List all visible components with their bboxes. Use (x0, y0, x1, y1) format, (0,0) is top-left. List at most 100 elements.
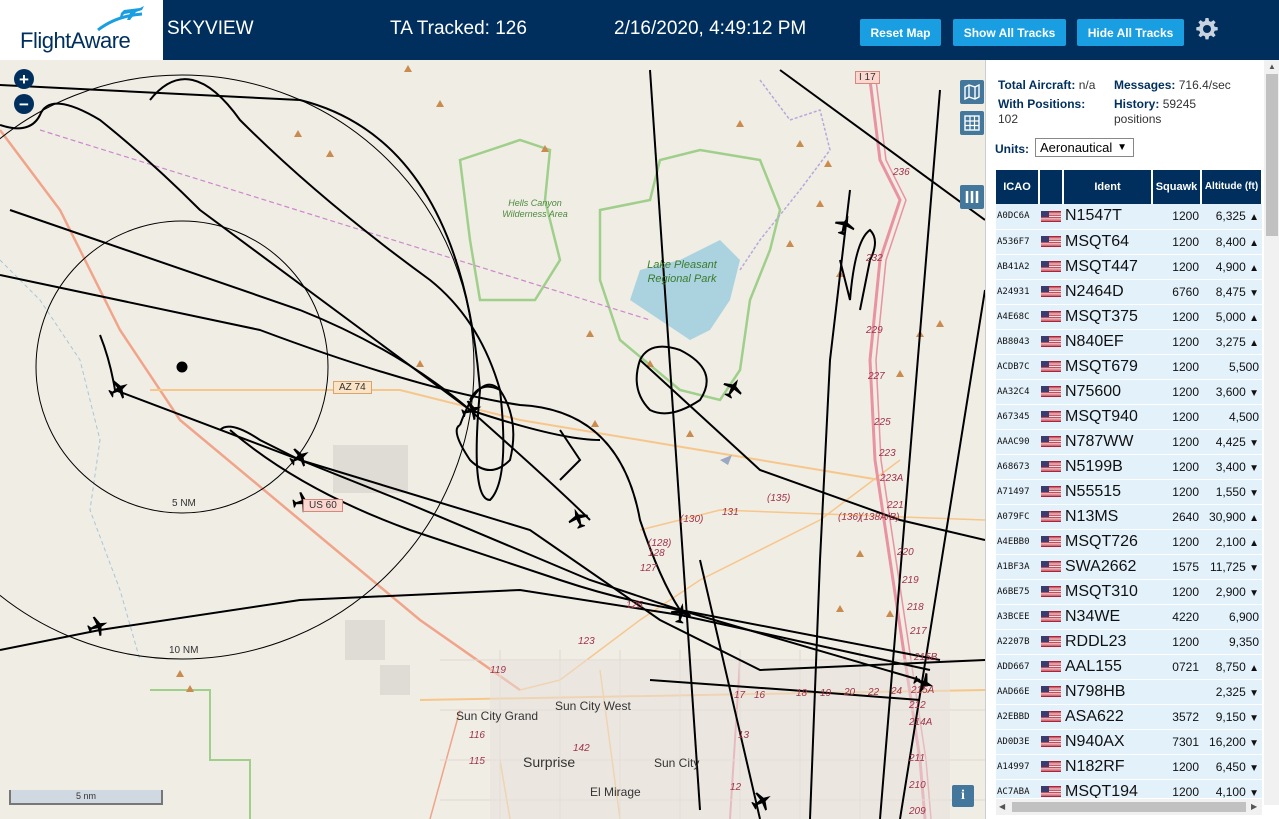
cell-icao: A68673 (996, 454, 1039, 480)
table-row[interactable]: A24931 N2464D 6760 8,475 ▼ (996, 279, 1262, 305)
table-row[interactable]: A67345 MSQT940 1200 4,500 (996, 404, 1262, 430)
vertical-scroll-thumb[interactable] (1266, 74, 1278, 236)
cell-altitude: 4,100 ▼ (1201, 779, 1262, 798)
table-row[interactable]: A2207B RDDL23 1200 9,350 (996, 629, 1262, 655)
scroll-left-icon[interactable]: ◀ (999, 802, 1005, 811)
cell-ident: MSQT310 (1063, 579, 1152, 605)
messages-value: 716.4/sec (1178, 78, 1231, 92)
hide-all-tracks-button[interactable]: Hide All Tracks (1077, 19, 1184, 46)
flightaware-logo[interactable]: FlightAware (0, 0, 163, 60)
show-all-tracks-button[interactable]: Show All Tracks (953, 19, 1066, 46)
table-row[interactable]: AB41A2 MSQT447 1200 4,900 ▲ (996, 254, 1262, 280)
cell-icao: A2EBBD (996, 704, 1039, 730)
table-row[interactable]: A6BE75 MSQT310 1200 2,900 ▼ (996, 579, 1262, 605)
cell-altitude: 9,150 ▼ (1201, 704, 1262, 730)
road-number: 19 (820, 688, 832, 699)
map-view[interactable]: 5 NM 10 NM AZ 74 US 60 I 17 Hells Canyon… (0, 60, 985, 819)
road-number: 214A (909, 717, 933, 728)
column-header-squawk[interactable]: Squawk (1152, 170, 1202, 204)
table-row[interactable]: A4E68C MSQT375 1200 5,000 ▲ (996, 304, 1262, 330)
cell-altitude: 2,325 ▼ (1201, 679, 1262, 705)
cell-ident: MSQT64 (1063, 229, 1152, 255)
cell-squawk: 1200 (1152, 404, 1201, 430)
table-row[interactable]: A4EBB0 MSQT726 1200 2,100 ▲ (996, 529, 1262, 555)
zoom-out-button[interactable]: − (14, 94, 34, 114)
us-flag-icon (1041, 260, 1061, 272)
table-row[interactable]: AD0D3E N940AX 7301 16,200 ▼ (996, 729, 1262, 755)
grid-toggle-button[interactable] (960, 111, 984, 135)
place-label-sun-city: Sun City (654, 756, 700, 770)
altitude-value: 6,900 (1228, 609, 1259, 624)
cell-altitude: 2,100 ▲ (1201, 529, 1262, 555)
cell-flag (1039, 754, 1063, 780)
info-button[interactable]: i (952, 785, 974, 807)
road-number: 119 (490, 665, 506, 676)
column-header-altitude[interactable]: Altitude (ft) (1201, 170, 1262, 204)
vertical-scrollbar[interactable]: ▲ (1264, 60, 1279, 805)
cell-flag (1039, 379, 1063, 405)
table-row[interactable]: A2EBBD ASA622 3572 9,150 ▼ (996, 704, 1262, 730)
table-row[interactable]: A536F7 MSQT64 1200 8,400 ▲ (996, 229, 1262, 255)
table-row[interactable]: A1BF3A SWA2662 1575 11,725 ▼ (996, 554, 1262, 580)
cell-ident: MSQT679 (1063, 354, 1152, 380)
column-header-flag[interactable] (1039, 170, 1064, 204)
altitude-trend-icon: ▲ (1249, 312, 1259, 324)
altitude-value: 3,600 (1215, 384, 1246, 399)
cell-flag (1039, 779, 1063, 798)
table-row[interactable]: A079FC N13MS 2640 30,900 ▲ (996, 504, 1262, 530)
cell-icao: A3BCEE (996, 604, 1039, 630)
units-selected-value: Aeronautical (1040, 140, 1113, 155)
table-row[interactable]: A68673 N5199B 1200 3,400 ▼ (996, 454, 1262, 480)
table-row[interactable]: ADD667 AAL155 0721 8,750 ▲ (996, 654, 1262, 680)
column-header-icao[interactable]: ICAO (996, 170, 1040, 204)
us-flag-icon (1041, 585, 1061, 597)
cell-flag (1039, 679, 1063, 705)
gear-icon[interactable] (1195, 17, 1219, 41)
cell-ident: ASA622 (1063, 704, 1152, 730)
map-canvas[interactable] (0, 60, 985, 819)
table-row[interactable]: AC7ABA MSQT194 1200 4,100 ▼ (996, 779, 1262, 798)
table-row[interactable]: AA32C4 N75600 1200 3,600 ▼ (996, 379, 1262, 405)
scroll-up-icon[interactable]: ▲ (1268, 62, 1276, 71)
reset-map-button[interactable]: Reset Map (860, 19, 941, 46)
altitude-value: 2,325 (1215, 684, 1246, 699)
cell-ident: MSQT940 (1063, 404, 1152, 430)
altitude-value: 6,450 (1215, 759, 1246, 774)
zoom-in-button[interactable]: + (14, 69, 34, 89)
us-flag-icon (1041, 685, 1061, 697)
table-row[interactable]: AAD66E N798HB 2,325 ▼ (996, 679, 1262, 705)
table-row[interactable]: A0DC6A N1547T 1200 6,325 ▲ (996, 204, 1262, 230)
map-layers-button[interactable] (960, 80, 984, 104)
horizontal-scroll-thumb[interactable] (1012, 802, 1246, 812)
messages-stat: Messages: 716.4/sec (1114, 78, 1231, 92)
road-number: 123 (578, 636, 595, 647)
aircraft-table-container[interactable]: ICAO Ident Squawk Altitude (ft) A0DC6A N1… (996, 170, 1262, 798)
cell-ident: N13MS (1063, 504, 1152, 530)
cell-flag (1039, 479, 1063, 505)
table-row[interactable]: AAAC90 N787WW 1200 4,425 ▼ (996, 429, 1262, 455)
cell-icao: AAD66E (996, 679, 1039, 705)
units-select[interactable]: Aeronautical ▼ (1035, 138, 1134, 157)
total-aircraft-value: n/a (1078, 78, 1096, 92)
units-label: Units: (995, 142, 1029, 156)
table-header-row: ICAO Ident Squawk Altitude (ft) (996, 170, 1262, 204)
horizontal-scrollbar[interactable]: ◀ ▶ (996, 799, 1262, 815)
place-label-sun-city-west: Sun City West (555, 699, 631, 713)
table-row[interactable]: A3BCEE N34WE 4220 6,900 (996, 604, 1262, 630)
cell-ident: MSQT375 (1063, 304, 1152, 330)
column-header-ident[interactable]: Ident (1063, 170, 1153, 204)
altitude-trend-icon: ▲ (1249, 262, 1259, 274)
table-row[interactable]: ACDB7C MSQT679 1200 5,500 (996, 354, 1262, 380)
road-number: 215A (911, 685, 935, 696)
aircraft-sidebar: Total Aircraft: n/a Messages: 716.4/sec … (985, 60, 1279, 819)
table-row[interactable]: A71497 N55515 1200 1,550 ▼ (996, 479, 1262, 505)
cell-flag (1039, 304, 1063, 330)
road-number: 13 (738, 730, 750, 741)
table-row[interactable]: AB8043 N840EF 1200 3,275 ▲ (996, 329, 1262, 355)
altitude-value: 9,150 (1215, 709, 1246, 724)
scroll-right-icon[interactable]: ▶ (1251, 802, 1257, 811)
scale-bar: 5 nm (9, 790, 163, 805)
table-row[interactable]: A14997 N182RF 1200 6,450 ▼ (996, 754, 1262, 780)
sidebar-toggle-button[interactable] (960, 185, 984, 209)
cell-altitude: 3,600 ▼ (1201, 379, 1262, 405)
